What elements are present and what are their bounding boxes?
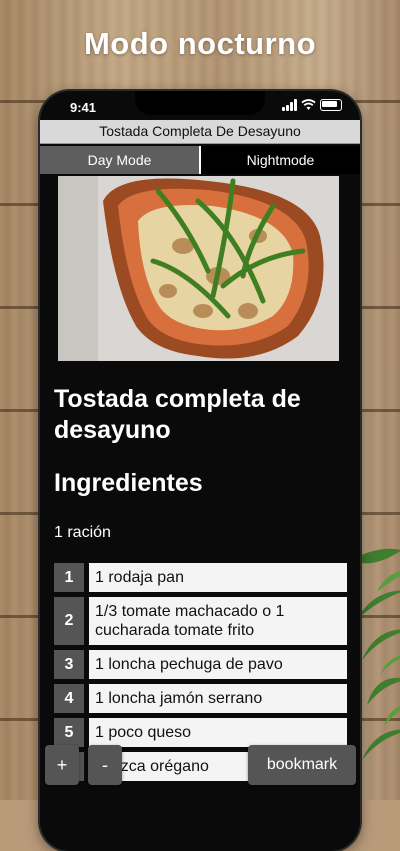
- ingredient-text: 1 loncha pechuga de pavo: [89, 650, 347, 679]
- ingredient-text: 1 poco queso: [89, 718, 347, 747]
- ingredient-item: 5 1 poco queso: [54, 718, 347, 747]
- recipe-photo: [58, 176, 339, 361]
- ingredients-heading: Ingredientes: [54, 469, 203, 497]
- ingredient-text: 1 rodaja pan: [89, 563, 347, 592]
- status-time: 9:41: [70, 100, 97, 115]
- ingredient-item: 4 1 loncha jamón serrano: [54, 684, 347, 713]
- servings-text: 1 ración: [54, 524, 111, 541]
- zoom-out-button[interactable]: -: [88, 745, 122, 785]
- tab-nightmode[interactable]: Nightmode: [201, 146, 360, 174]
- recipe-title: Tostada completa de desayuno: [54, 385, 301, 444]
- bookmark-button[interactable]: bookmark: [248, 745, 356, 785]
- promo-headline: Modo nocturno: [83, 26, 317, 61]
- ingredient-number: 1: [54, 563, 84, 592]
- ingredient-number: 4: [54, 684, 84, 713]
- ingredient-number: 2: [54, 597, 84, 645]
- tab-day-mode[interactable]: Day Mode: [40, 146, 201, 174]
- wifi-icon: [301, 99, 316, 110]
- ingredient-number: 3: [54, 650, 84, 679]
- status-bar: 9:41: [40, 91, 360, 121]
- ingredient-number: 5: [54, 718, 84, 747]
- ingredient-item: 3 1 loncha pechuga de pavo: [54, 650, 347, 679]
- zoom-in-button[interactable]: +: [45, 745, 79, 785]
- ingredient-item: 1 1 rodaja pan: [54, 563, 347, 592]
- ingredient-text: 1 loncha jamón serrano: [89, 684, 347, 713]
- phone-frame: 9:41 Tostada Completa De Desayuno Day Mo…: [40, 91, 360, 851]
- ingredient-item: 2 1/3 tomate machacado o 1 cucharada tom…: [54, 597, 347, 645]
- app-title: Tostada Completa De Desayuno: [40, 120, 360, 144]
- signal-icon: [282, 99, 297, 111]
- mode-tabs: Day Mode Nightmode: [40, 146, 360, 174]
- battery-icon: [320, 99, 342, 111]
- ingredient-text: 1/3 tomate machacado o 1 cucharada tomat…: [89, 597, 347, 645]
